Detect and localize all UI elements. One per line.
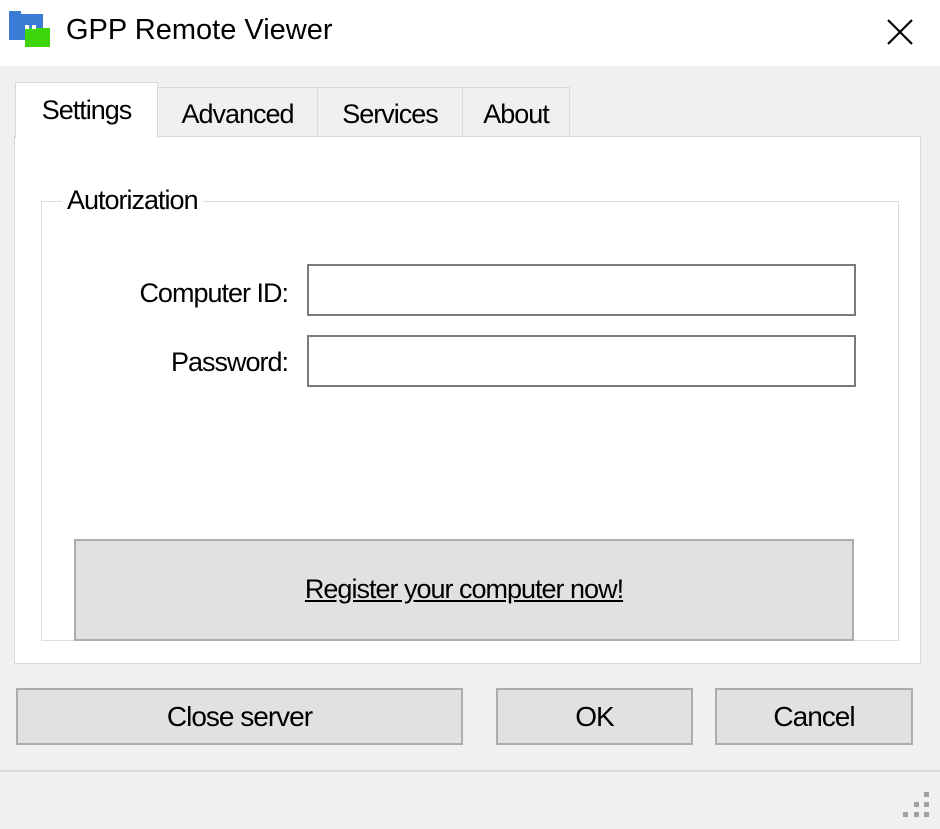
- tab-about[interactable]: About: [462, 87, 570, 137]
- computer-id-input[interactable]: [307, 264, 856, 316]
- group-title: Autorization: [62, 183, 203, 217]
- resize-grip-icon[interactable]: [902, 790, 934, 822]
- computer-id-label: Computer ID:: [139, 278, 289, 308]
- window-title: GPP Remote Viewer: [66, 14, 333, 46]
- status-bar-divider: [0, 770, 940, 772]
- ok-button[interactable]: OK: [496, 688, 693, 745]
- register-computer-button[interactable]: Register your computer now!: [74, 539, 854, 641]
- cancel-button[interactable]: Cancel: [715, 688, 913, 745]
- close-button[interactable]: [872, 10, 928, 54]
- title-bar: GPP Remote Viewer: [0, 0, 940, 66]
- password-label: Password:: [170, 347, 289, 377]
- authorization-group: Autorization Computer ID: Password: Regi…: [41, 183, 899, 641]
- tab-settings[interactable]: Settings: [15, 82, 158, 138]
- tab-advanced[interactable]: Advanced: [157, 87, 318, 137]
- close-icon: [887, 19, 913, 45]
- register-link[interactable]: Register your computer now!: [305, 572, 624, 606]
- app-monitor-icon: [9, 11, 51, 48]
- tab-services[interactable]: Services: [317, 87, 463, 137]
- settings-tab-panel: Autorization Computer ID: Password: Regi…: [14, 136, 921, 664]
- password-input[interactable]: [307, 335, 856, 387]
- close-server-button[interactable]: Close server: [16, 688, 463, 745]
